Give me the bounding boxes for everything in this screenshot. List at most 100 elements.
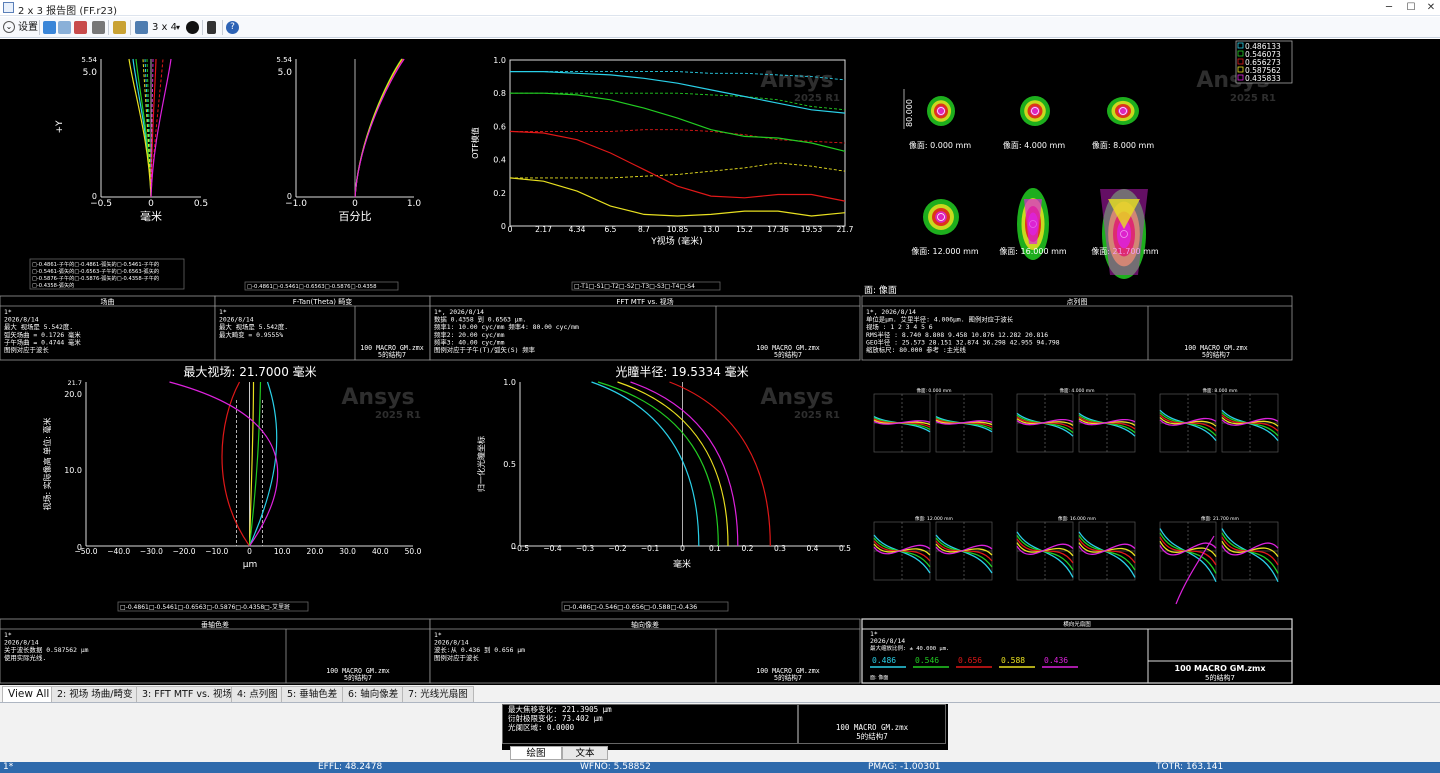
tab-ray-fan[interactable]: 7: 光线光扇图 <box>402 686 474 702</box>
x-tick-label: −30.0 <box>140 547 163 556</box>
lateral-curve <box>169 381 279 547</box>
box-config: 5的结构7 <box>378 350 406 359</box>
sub-tabs: 绘图 文本 <box>500 746 950 762</box>
y-tick-label: 1.0 <box>503 378 516 387</box>
box-title: FFT MTF vs. 视场 <box>616 297 673 306</box>
x-axis-label: μm <box>243 560 258 570</box>
x-axis-label: 百分比 <box>339 210 372 223</box>
status-effl: EFFL: 48.2478 <box>318 762 383 772</box>
box-title: 垂轴色差 <box>201 620 229 629</box>
report-canvas: 5.54 5.0 0 −0.5 0 0.5 +Y 毫米 □-0.4861-子午的□-0.4861… <box>0 39 1440 685</box>
maximize-button[interactable]: ☐ <box>1400 0 1422 16</box>
minimize-button[interactable]: ─ <box>1378 0 1400 16</box>
refresh-icon[interactable] <box>43 21 56 34</box>
x-tick-label: −1.0 <box>285 199 307 209</box>
spot-3 <box>1107 97 1139 125</box>
status-config: 1* <box>3 762 14 772</box>
y-tick-label: 0.2 <box>493 189 506 198</box>
axial-curve <box>597 381 719 547</box>
lateral-curve <box>248 381 262 547</box>
axial-curve <box>617 381 729 547</box>
y-axis-label: +Y <box>55 120 65 134</box>
copy-icon[interactable] <box>58 21 71 34</box>
axial-curve <box>669 381 771 547</box>
lock-icon[interactable] <box>113 21 126 34</box>
y-axis-label: 视场: 实际像高 单位: 毫米 <box>42 417 52 510</box>
chevron-down-icon[interactable]: ⌄ <box>3 21 15 33</box>
y-tick-label: 1.0 <box>493 56 506 65</box>
x-tick-label: −0.1 <box>641 544 659 553</box>
tab-axial-aberration[interactable]: 6: 轴向像差 <box>342 686 405 702</box>
preview-file: 100 MACRO GM.zmx 5的结构7 <box>835 723 909 741</box>
plot-title: 最大视场: 21.7000 毫米 <box>183 364 316 379</box>
bottom-area: View All 2: 视场 场曲/畸变 3: FFT MTF vs. 视场 4… <box>0 685 1440 773</box>
fan-title: 像面: 0.000 mm <box>916 387 951 394</box>
legend-entry: □-0.4358-弧矢的 <box>32 281 74 289</box>
rotate-icon[interactable] <box>186 21 199 34</box>
box-title: F-Tan(Theta) 畸变 <box>293 297 353 306</box>
print-icon[interactable] <box>92 21 105 34</box>
layout-icon[interactable] <box>135 21 148 34</box>
legend-entry: □-0.486□-0.546□-0.656□-0.588□-0.436 <box>564 603 697 611</box>
x-tick-label: 8.7 <box>638 225 650 234</box>
wavelength-label: 0.546 <box>915 656 939 665</box>
x-tick-label: 6.5 <box>605 225 617 234</box>
y-tick-label: 10.0 <box>64 466 82 475</box>
preview-text-panel: 最大焦移变化: 221.3905 μm 衍射极限变化: 73.402 μm 光阑区域… <box>502 704 948 750</box>
tab-plot[interactable]: 绘图 <box>510 746 562 760</box>
x-tick-label: 20.0 <box>307 547 324 556</box>
x-tick-label: 0 <box>148 199 154 209</box>
x-tick-label: −0.5 <box>90 199 112 209</box>
watermark-version: 2025 R1 <box>794 410 840 421</box>
chevron-down-icon[interactable]: ▾ <box>176 20 180 35</box>
box-title: 点列图 <box>1067 297 1088 306</box>
x-tick-label: 50.0 <box>405 547 422 556</box>
box-text: 2026/8/14 <box>870 637 905 645</box>
x-tick-label: 40.0 <box>372 547 389 556</box>
y-axis-label: OTF模值 <box>470 127 480 159</box>
spot-label: 像面: 8.000 mm <box>1092 140 1154 150</box>
mtf-tangential-curve <box>509 177 846 217</box>
box-filename: 100 MACRO GM.zmx <box>1175 664 1267 673</box>
plot-title: 光瞳半径: 19.5334 毫米 <box>615 364 748 379</box>
x-tick-label: 10.85 <box>667 225 689 234</box>
tab-spot-diagram[interactable]: 4: 点列图 <box>231 686 284 702</box>
layout-dropdown[interactable]: 3 x 4 <box>152 20 177 35</box>
x-tick-label: −0.4 <box>543 544 561 553</box>
watermark-brand: Ansys <box>341 385 414 410</box>
standby-icon[interactable] <box>207 21 216 34</box>
x-tick-label: −0.3 <box>576 544 594 553</box>
help-icon[interactable]: ? <box>226 21 239 34</box>
tab-field-curvature[interactable]: 2: 视场 场曲/畸变 <box>51 686 139 702</box>
wavelength-label: 0.436 <box>1044 656 1068 665</box>
box-text: 图例对应于子午(T)/弧矢(S) 频率 <box>434 345 536 354</box>
tangential-curve <box>132 58 152 198</box>
tab-fft-mtf[interactable]: 3: FFT MTF vs. 视场 <box>136 686 238 702</box>
status-totr: TOTR: 163.141 <box>1156 762 1224 772</box>
toolbar-separator <box>130 20 131 35</box>
tab-lateral-color[interactable]: 5: 垂轴色差 <box>281 686 344 702</box>
export-icon[interactable] <box>74 21 87 34</box>
wavelength-label: 0.588 <box>1001 656 1025 665</box>
close-button[interactable]: ✕ <box>1420 0 1440 16</box>
y-tick-label: 0.4 <box>493 156 506 165</box>
x-tick-label: −0.2 <box>608 544 626 553</box>
spot-label: 像面: 16.000 mm <box>999 246 1067 256</box>
box-title: 场曲 <box>101 297 115 306</box>
window-title: 2 x 3 报告图 (FF.r23) <box>18 6 118 17</box>
x-tick-label: 2.17 <box>535 225 552 234</box>
app-icon <box>3 2 14 13</box>
lateral-curve <box>221 381 250 547</box>
spot-4 <box>923 199 959 235</box>
box-title: 横向光扇图 <box>1063 620 1091 628</box>
watermark-version: 2025 R1 <box>375 410 421 421</box>
x-tick-label: 1.0 <box>407 199 422 209</box>
settings-button[interactable]: 设置 <box>18 20 38 35</box>
watermark-version: 2025 R1 <box>1230 93 1276 104</box>
tab-text[interactable]: 文本 <box>562 746 608 760</box>
legend-entry: □-0.4861□-0.5461□-0.6563□-0.5876□-0.4358… <box>120 603 290 611</box>
mtf-sagittal-curve <box>510 162 846 179</box>
distortion-curve <box>354 58 404 198</box>
x-tick-label: 21.7 <box>837 225 854 234</box>
tab-view-all[interactable]: View All <box>2 686 56 702</box>
